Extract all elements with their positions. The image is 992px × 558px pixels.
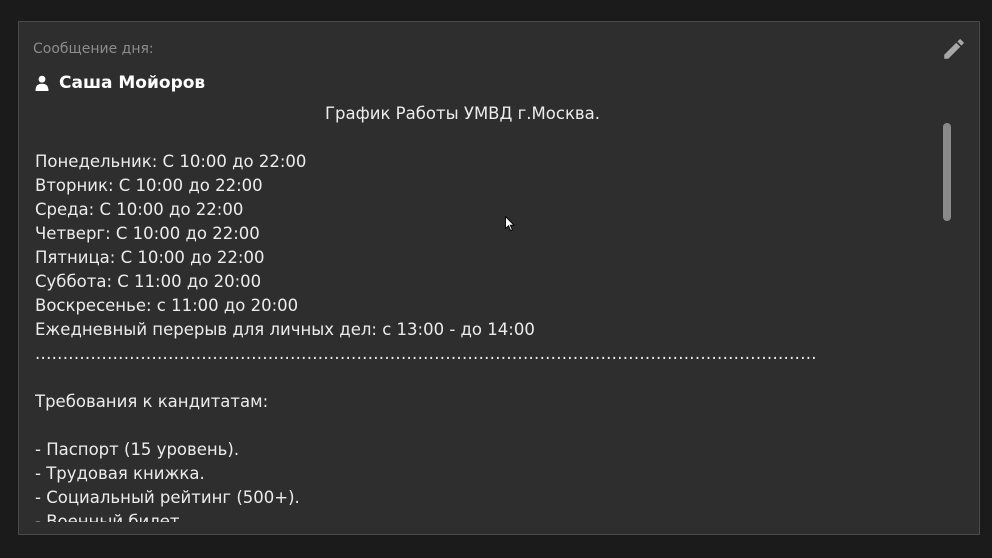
message-line	[35, 126, 925, 150]
message-title: График Работы УМВД г.Москва.	[324, 104, 600, 123]
requirement-item: - Военный билет.	[35, 512, 185, 522]
schedule-friday: Пятница: С 10:00 до 22:00	[35, 248, 265, 267]
schedule-monday: Понедельник: С 10:00 до 22:00	[35, 152, 307, 171]
requirement-item: - Социальный рейтинг (500+).	[35, 488, 300, 507]
scrollbar-thumb[interactable]	[943, 123, 951, 221]
author: Саша Мойоров	[35, 71, 205, 95]
user-icon	[35, 75, 49, 91]
edit-button[interactable]	[941, 36, 967, 62]
dotted-separator: ........................................…	[35, 344, 817, 363]
schedule-break: Ежедневный перерыв для личных дел: с 13:…	[35, 320, 535, 339]
requirements-heading: Требования к кандитатам:	[35, 392, 269, 411]
schedule-thursday: Четверг: С 10:00 до 22:00	[35, 224, 260, 243]
message-body[interactable]: График Работы УМВД г.Москва. Понедельник…	[35, 102, 925, 522]
panel-label: Сообщение дня:	[33, 41, 154, 57]
requirement-item: - Паспорт (15 уровень).	[35, 440, 240, 459]
message-line	[35, 414, 925, 438]
mouse-cursor-icon	[505, 216, 515, 232]
schedule-saturday: Суббота: С 11:00 до 20:00	[35, 272, 262, 291]
schedule-tuesday: Вторник: С 10:00 до 22:00	[35, 176, 263, 195]
pencil-icon	[944, 39, 964, 59]
schedule-sunday: Воскресенье: с 11:00 до 20:00	[35, 296, 299, 315]
schedule-wednesday: Среда: С 10:00 до 22:00	[35, 200, 244, 219]
message-of-the-day-panel: Сообщение дня: Саша Мойоров График Работ…	[18, 21, 980, 535]
author-name: Саша Мойоров	[59, 73, 206, 93]
requirement-item: - Трудовая книжка.	[35, 464, 205, 483]
message-line	[35, 366, 925, 390]
